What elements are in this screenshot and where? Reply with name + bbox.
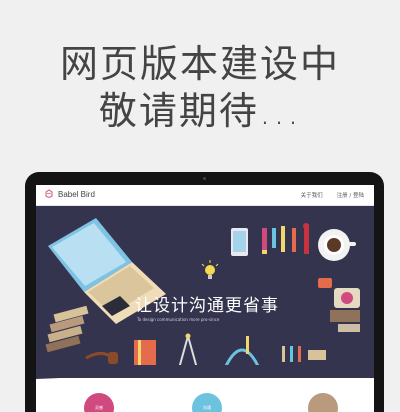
pipe-illustration	[85, 351, 118, 364]
hero-title: 让设计沟通更省事	[135, 296, 279, 316]
nav-links: 关于我们 注册 / 登陆	[301, 191, 364, 199]
laptop-screen: Babel Bird 关于我们 注册 / 登陆 让设计沟通更省事 To desi…	[36, 185, 374, 412]
announcement-line-2: 敬请期待...	[98, 89, 302, 133]
feature-circle-1-label: 灵感	[95, 405, 103, 410]
announcement-line-1: 网页版本建设中	[59, 42, 340, 86]
hero-subtitle: To design communication more pro-since	[137, 317, 220, 322]
clips-illustration	[282, 346, 326, 362]
tablet-illustration	[231, 228, 248, 256]
nav-link-about[interactable]: 关于我们	[301, 191, 323, 199]
babel-bird-logo-icon	[45, 189, 53, 198]
headphones-illustration	[224, 336, 260, 367]
feature-circle-2-label: 沟通	[203, 405, 211, 410]
pencil-illustration	[262, 223, 309, 254]
site-navbar: Babel Bird 关于我们 注册 / 登陆	[36, 185, 374, 206]
laptop-frame: Babel Bird 关于我们 注册 / 登陆 让设计沟通更省事 To desi…	[25, 172, 384, 412]
webcam-dot	[203, 177, 206, 180]
brand-name: Babel Bird	[58, 189, 95, 199]
site-logo[interactable]: Babel Bird	[44, 189, 95, 199]
lightbulb-illustration	[201, 260, 219, 279]
nav-link-login[interactable]: 注册 / 登陆	[337, 191, 364, 199]
hero-banner: 让设计沟通更省事 To design communication more pr…	[36, 206, 374, 378]
camera-illustration	[318, 278, 360, 332]
book-stack-illustration	[45, 305, 89, 353]
coffee-cup-illustration	[318, 229, 356, 261]
